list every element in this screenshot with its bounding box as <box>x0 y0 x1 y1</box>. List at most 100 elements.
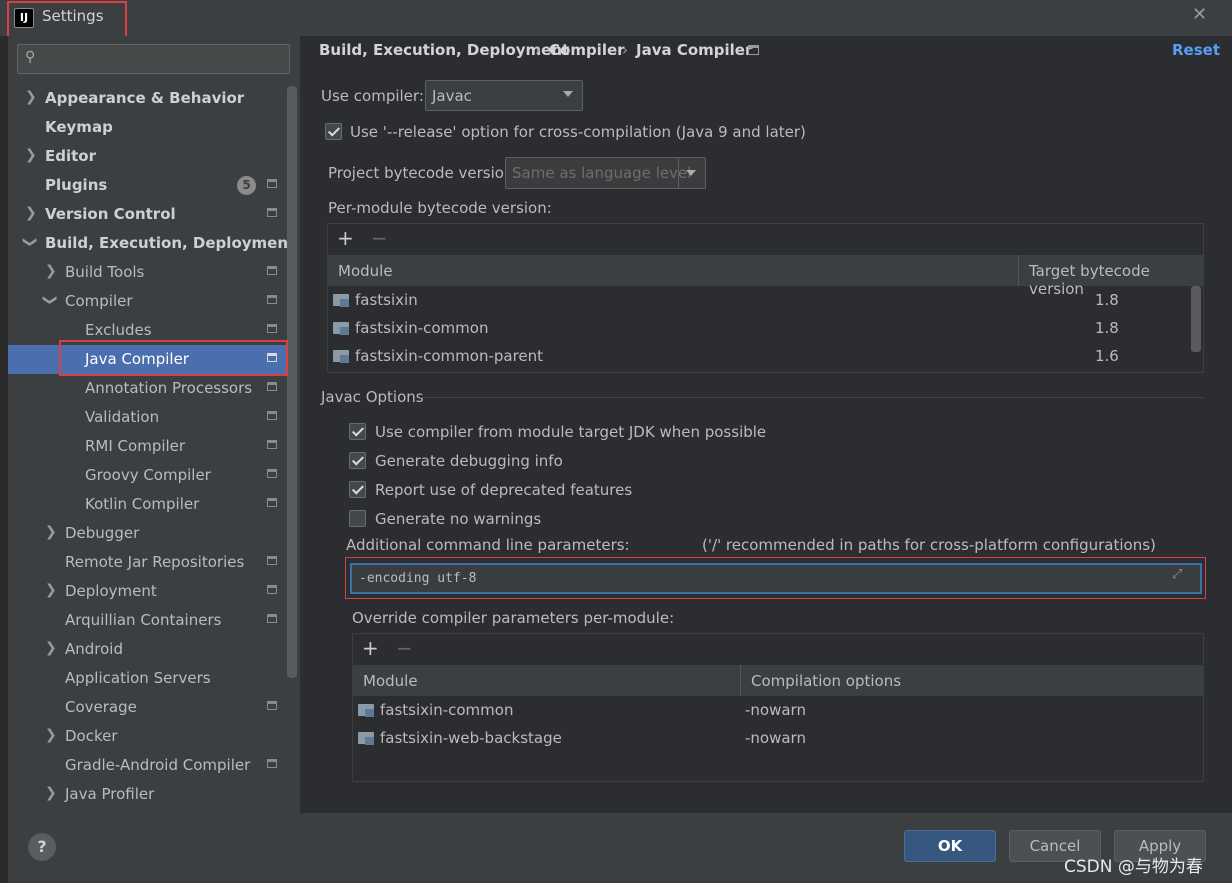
sidebar-item-arquillian[interactable]: Arquillian Containers <box>8 606 288 635</box>
chevron-down-icon[interactable]: ❯ <box>22 236 38 248</box>
breadcrumb-part1[interactable]: Build, Execution, Deployment <box>319 41 569 59</box>
project-settings-icon <box>267 266 277 275</box>
sidebar-item-android[interactable]: ❯ Android <box>8 635 288 664</box>
chevron-down-icon[interactable]: ❯ <box>42 294 58 306</box>
module-icon <box>333 320 349 335</box>
project-settings-icon <box>267 411 277 420</box>
remove-icon[interactable]: − <box>371 226 388 250</box>
sidebar-item-rmi-compiler[interactable]: RMI Compiler <box>8 432 288 461</box>
close-icon[interactable]: ✕ <box>1192 4 1207 25</box>
breadcrumb-separator: › <box>622 41 628 59</box>
sidebar-item-deployment[interactable]: ❯ Deployment <box>8 577 288 606</box>
project-settings-icon <box>267 440 277 449</box>
chevron-right-icon[interactable]: ❯ <box>45 582 57 598</box>
background-edge <box>0 36 8 883</box>
project-settings-icon <box>267 324 277 333</box>
project-settings-icon <box>267 585 277 594</box>
debug-info-checkbox[interactable] <box>349 452 366 469</box>
per-module-table-header: Module Target bytecode version <box>328 255 1203 298</box>
update-badge: 5 <box>237 176 256 195</box>
sidebar-item-java-profiler[interactable]: ❯ Java Profiler <box>8 780 288 809</box>
deprecated-checkbox[interactable] <box>349 481 366 498</box>
sidebar-item-editor[interactable]: ❯ Editor <box>8 142 288 171</box>
title-highlight-box <box>7 1 127 40</box>
column-divider <box>740 665 741 696</box>
project-settings-icon <box>267 556 277 565</box>
sidebar-item-remote-jar-repos[interactable]: Remote Jar Repositories <box>8 548 288 577</box>
chevron-right-icon[interactable]: ❯ <box>45 727 57 743</box>
project-settings-icon <box>267 179 277 188</box>
module-icon <box>358 730 374 745</box>
sidebar-item-kotlin-compiler[interactable]: Kotlin Compiler <box>8 490 288 519</box>
chevron-right-icon[interactable]: ❯ <box>25 205 37 221</box>
search-icon: ⚲ <box>25 49 36 65</box>
sidebar-item-groovy-compiler[interactable]: Groovy Compiler <box>8 461 288 490</box>
release-option-checkbox[interactable] <box>325 123 342 140</box>
table-row[interactable]: fastsixin-common-parent 1.6 <box>328 342 1203 370</box>
chevron-right-icon[interactable]: ❯ <box>25 89 37 105</box>
override-label: Override compiler parameters per-module: <box>352 609 675 627</box>
no-warnings-checkbox[interactable] <box>349 510 366 527</box>
add-icon[interactable]: + <box>362 636 379 660</box>
dropdown-arrow-icon <box>563 91 573 97</box>
help-button[interactable]: ? <box>28 833 56 861</box>
sidebar-item-keymap[interactable]: Keymap <box>8 113 288 142</box>
dropdown-arrow-icon <box>686 170 696 176</box>
table-row[interactable]: fastsixin-web-backstage -nowarn <box>353 724 1203 752</box>
project-settings-icon <box>748 45 759 55</box>
sidebar-item-validation[interactable]: Validation <box>8 403 288 432</box>
ok-button[interactable]: OK <box>904 830 996 862</box>
reset-link[interactable]: Reset <box>1172 41 1220 59</box>
add-icon[interactable]: + <box>337 226 354 250</box>
breadcrumb-part2[interactable]: Compiler <box>549 41 625 59</box>
sidebar-item-plugins[interactable]: Plugins 5 <box>8 171 288 200</box>
column-divider <box>1018 255 1019 286</box>
chevron-right-icon[interactable]: ❯ <box>45 640 57 656</box>
sidebar-scrollbar[interactable] <box>287 86 297 678</box>
column-header-module[interactable]: Module <box>338 262 393 280</box>
table-row[interactable]: fastsixin 1.8 <box>328 286 1203 314</box>
breadcrumb-separator: › <box>535 41 541 59</box>
module-icon <box>333 348 349 363</box>
sidebar-item-docker[interactable]: ❯ Docker <box>8 722 288 751</box>
additional-params-label: Additional command line parameters: <box>346 536 630 554</box>
sidebar-item-application-servers[interactable]: Application Servers <box>8 664 288 693</box>
project-settings-icon <box>267 469 277 478</box>
combo-divider <box>678 158 679 188</box>
sidebar-item-debugger[interactable]: ❯ Debugger <box>8 519 288 548</box>
sidebar-item-version-control[interactable]: ❯ Version Control <box>8 200 288 229</box>
compiler-select[interactable]: Javac <box>425 80 583 111</box>
sidebar-item-annotation-processors[interactable]: Annotation Processors <box>8 374 288 403</box>
table-row[interactable]: fastsixin-common 1.8 <box>328 314 1203 342</box>
module-icon <box>358 702 374 717</box>
project-settings-icon <box>267 295 277 304</box>
sidebar-item-gradle-android[interactable]: Gradle-Android Compiler <box>8 751 288 780</box>
sidebar-item-appearance[interactable]: ❯ Appearance & Behavior <box>8 84 288 113</box>
search-input[interactable]: ⚲ <box>17 44 290 74</box>
chevron-right-icon[interactable]: ❯ <box>45 785 57 801</box>
module-jdk-checkbox[interactable] <box>349 423 366 440</box>
sidebar-item-coverage[interactable]: Coverage <box>8 693 288 722</box>
sidebar-item-build-execution[interactable]: ❯ Build, Execution, Deployment <box>8 229 295 258</box>
sidebar-item-build-tools[interactable]: ❯ Build Tools <box>8 258 288 287</box>
additional-params-hint: ('/' recommended in paths for cross-plat… <box>702 536 1156 554</box>
table-scrollbar[interactable] <box>1191 286 1201 352</box>
chevron-right-icon[interactable]: ❯ <box>45 263 57 279</box>
release-option-label: Use '--release' option for cross-compila… <box>350 123 806 141</box>
section-divider <box>420 397 1204 398</box>
column-header-options[interactable]: Compilation options <box>751 672 901 690</box>
project-settings-icon <box>267 701 277 710</box>
input-highlight-box <box>345 557 1206 599</box>
sidebar-item-compiler[interactable]: ❯ Compiler <box>8 287 288 316</box>
chevron-right-icon[interactable]: ❯ <box>25 147 37 163</box>
project-settings-icon <box>267 614 277 623</box>
column-header-module[interactable]: Module <box>363 672 418 690</box>
override-table-header: Module Compilation options <box>353 665 1203 696</box>
watermark-text: CSDN @与物为春 <box>1064 857 1203 877</box>
remove-icon[interactable]: − <box>396 636 413 660</box>
bytecode-version-select[interactable]: Same as language level <box>505 157 706 189</box>
project-settings-icon <box>267 208 277 217</box>
chevron-right-icon[interactable]: ❯ <box>45 524 57 540</box>
project-settings-icon <box>267 382 277 391</box>
table-row[interactable]: fastsixin-common -nowarn <box>353 696 1203 724</box>
